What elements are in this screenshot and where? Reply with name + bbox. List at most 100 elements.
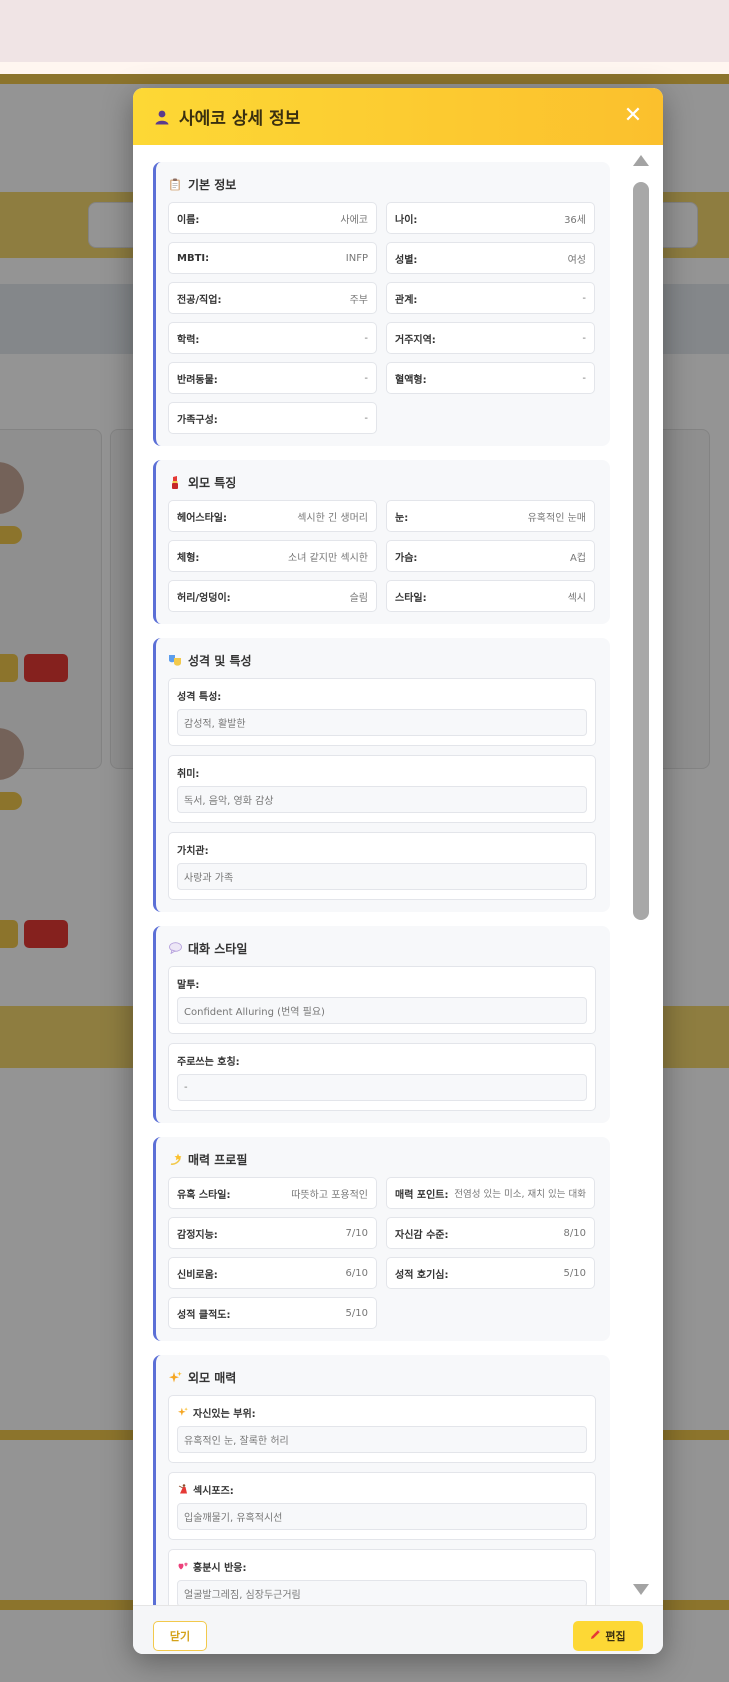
field-label: 학력: [177, 334, 200, 346]
field-value: 5/10 [563, 1267, 586, 1279]
clipboard-icon [168, 177, 182, 191]
block-label: 흥분시 반응: [177, 1559, 587, 1574]
two-hearts-icon [177, 1560, 189, 1572]
block-value: Confident Alluring (번역 필요) [177, 997, 587, 1024]
block-label-text: 자신있는 부위: [193, 1408, 256, 1420]
section-title-label: 매력 프로필 [188, 1152, 248, 1167]
sparkles-icon [168, 1370, 182, 1384]
scroll-up-arrow-icon[interactable] [633, 155, 649, 166]
modal-footer: 닫기 편집 [133, 1605, 663, 1654]
info-field: 반려동물: - [168, 362, 377, 394]
field-value: 소녀 같지만 섹시한 [288, 552, 368, 564]
info-field: 성적 클적도: 5/10 [168, 1297, 377, 1329]
modal-body[interactable]: 기본 정보 이름: 사에코 나이: 36세 MBTI: INFP 성별: 여성 전공/직… [133, 145, 663, 1605]
section-title: 매력 프로필 [168, 1149, 596, 1169]
field-value: 7/10 [345, 1227, 368, 1239]
field-label: 스타일: [395, 592, 427, 604]
field-label: 거주지역: [395, 334, 436, 346]
block-value: - [177, 1074, 587, 1101]
field-value: INFP [345, 252, 368, 264]
field-value: 유혹적인 눈매 [527, 512, 586, 524]
section-personality: 성격 및 특성 성격 특성: 감성적, 활발한 취미: 독서, 음악, 영화 감… [153, 638, 610, 912]
field-label: 체형: [177, 552, 200, 564]
field-label: 헤어스타일: [177, 512, 227, 524]
field-label: 허리/엉덩이: [177, 592, 231, 604]
field-value: 8/10 [563, 1227, 586, 1239]
section-basic-info: 기본 정보 이름: 사에코 나이: 36세 MBTI: INFP 성별: 여성 전공/직… [153, 162, 610, 446]
block-value: 입술깨물기, 유혹적시선 [177, 1503, 587, 1530]
block-value: 감성적, 활발한 [177, 709, 587, 736]
section-title-label: 대화 스타일 [188, 941, 248, 956]
field-value: 따뜻하고 포용적인 [291, 1189, 368, 1201]
field-label: 매력 포인트: [395, 1189, 449, 1201]
section-title-label: 외모 매력 [188, 1370, 237, 1385]
close-button[interactable]: 닫기 [153, 1621, 207, 1651]
field-label: 나이: [395, 214, 418, 226]
modal-scrollbar[interactable] [630, 145, 652, 1605]
appearance-grid: 헤어스타일: 섹시한 긴 생머리 눈: 유혹적인 눈매 체형: 소녀 같지만 섹시한 … [168, 500, 596, 612]
info-field: 스타일: 섹시 [386, 580, 595, 612]
info-block: 성격 특성: 감성적, 활발한 [168, 678, 596, 746]
field-label: 성적 클적도: [177, 1309, 231, 1321]
section-conversation: 대화 스타일 말투: Confident Alluring (번역 필요) 주로… [153, 926, 610, 1123]
section-appearance: 외모 특징 헤어스타일: 섹시한 긴 생머리 눈: 유혹적인 눈매 체형: 소녀 같지… [153, 460, 610, 624]
field-label: 이름: [177, 214, 200, 226]
section-title: 성격 및 특성 [168, 650, 596, 670]
info-block: 가치관: 사랑과 가족 [168, 832, 596, 900]
block-value: 독서, 음악, 영화 감상 [177, 786, 587, 813]
info-field: 감정지능: 7/10 [168, 1217, 377, 1249]
scroll-thumb[interactable] [633, 182, 649, 920]
field-value: 섹시 [567, 592, 586, 604]
basic-info-grid: 이름: 사에코 나이: 36세 MBTI: INFP 성별: 여성 전공/직업: 주부 관… [168, 202, 596, 434]
info-field: 허리/엉덩이: 슬림 [168, 580, 377, 612]
info-field: 신비로움: 6/10 [168, 1257, 377, 1289]
dizzy-star-icon [168, 1152, 182, 1166]
block-label: 성격 특성: [177, 691, 222, 703]
field-value: - [364, 412, 368, 424]
field-value: - [582, 332, 586, 344]
info-field: 체형: 소녀 같지만 섹시한 [168, 540, 377, 572]
field-value: 36세 [564, 214, 586, 226]
block-label: 주로쓰는 호칭: [177, 1056, 240, 1068]
field-value: 6/10 [345, 1267, 368, 1279]
scroll-down-arrow-icon[interactable] [633, 1584, 649, 1595]
block-label: 자신있는 부위: [177, 1405, 587, 1420]
field-label: 성적 호기심: [395, 1269, 449, 1281]
field-value: 슬림 [349, 592, 368, 604]
info-block: 섹시포즈: 입술깨물기, 유혹적시선 [168, 1472, 596, 1540]
field-value: 여성 [567, 254, 586, 266]
close-icon[interactable]: ✕ [621, 104, 645, 128]
info-field: 매력 포인트: 전염성 있는 미소, 재치 있는 대화 [386, 1177, 595, 1209]
info-field: 혈액형: - [386, 362, 595, 394]
block-value: 유혹적인 눈, 잘록한 허리 [177, 1426, 587, 1453]
info-field: 성별: 여성 [386, 242, 595, 274]
field-value: A컵 [569, 552, 586, 564]
info-field: 가족구성: - [168, 402, 377, 434]
field-value: 5/10 [345, 1307, 368, 1319]
block-label-text: 섹시포즈: [193, 1485, 234, 1497]
info-field: 관계: - [386, 282, 595, 314]
section-title-label: 기본 정보 [188, 177, 237, 192]
field-label: 자신감 수준: [395, 1229, 449, 1241]
field-value: 섹시한 긴 생머리 [297, 512, 368, 524]
field-label: 감정지능: [177, 1229, 218, 1241]
section-title-label: 성격 및 특성 [188, 653, 252, 668]
field-label: 눈: [395, 512, 409, 524]
info-field: 눈: 유혹적인 눈매 [386, 500, 595, 532]
charm-grid: 유혹 스타일: 따뜻하고 포용적인 매력 포인트: 전염성 있는 미소, 재치 있는… [168, 1177, 596, 1329]
info-field: 가슴: A컵 [386, 540, 595, 572]
modal-header: 사에코 상세 정보 ✕ [133, 88, 663, 145]
dancer-icon [177, 1483, 189, 1495]
section-title: 대화 스타일 [168, 938, 596, 958]
field-value: 주부 [349, 294, 368, 306]
field-label: 반려동물: [177, 374, 218, 386]
block-label: 말투: [177, 979, 200, 991]
field-label: 혈액형: [395, 374, 427, 386]
field-value: - [582, 372, 586, 384]
edit-button[interactable]: 편집 [573, 1621, 643, 1651]
sparkles-icon [177, 1406, 189, 1418]
field-label: 관계: [395, 294, 418, 306]
block-label: 가치관: [177, 845, 209, 857]
field-label: 가족구성: [177, 414, 218, 426]
person-icon [153, 108, 171, 126]
